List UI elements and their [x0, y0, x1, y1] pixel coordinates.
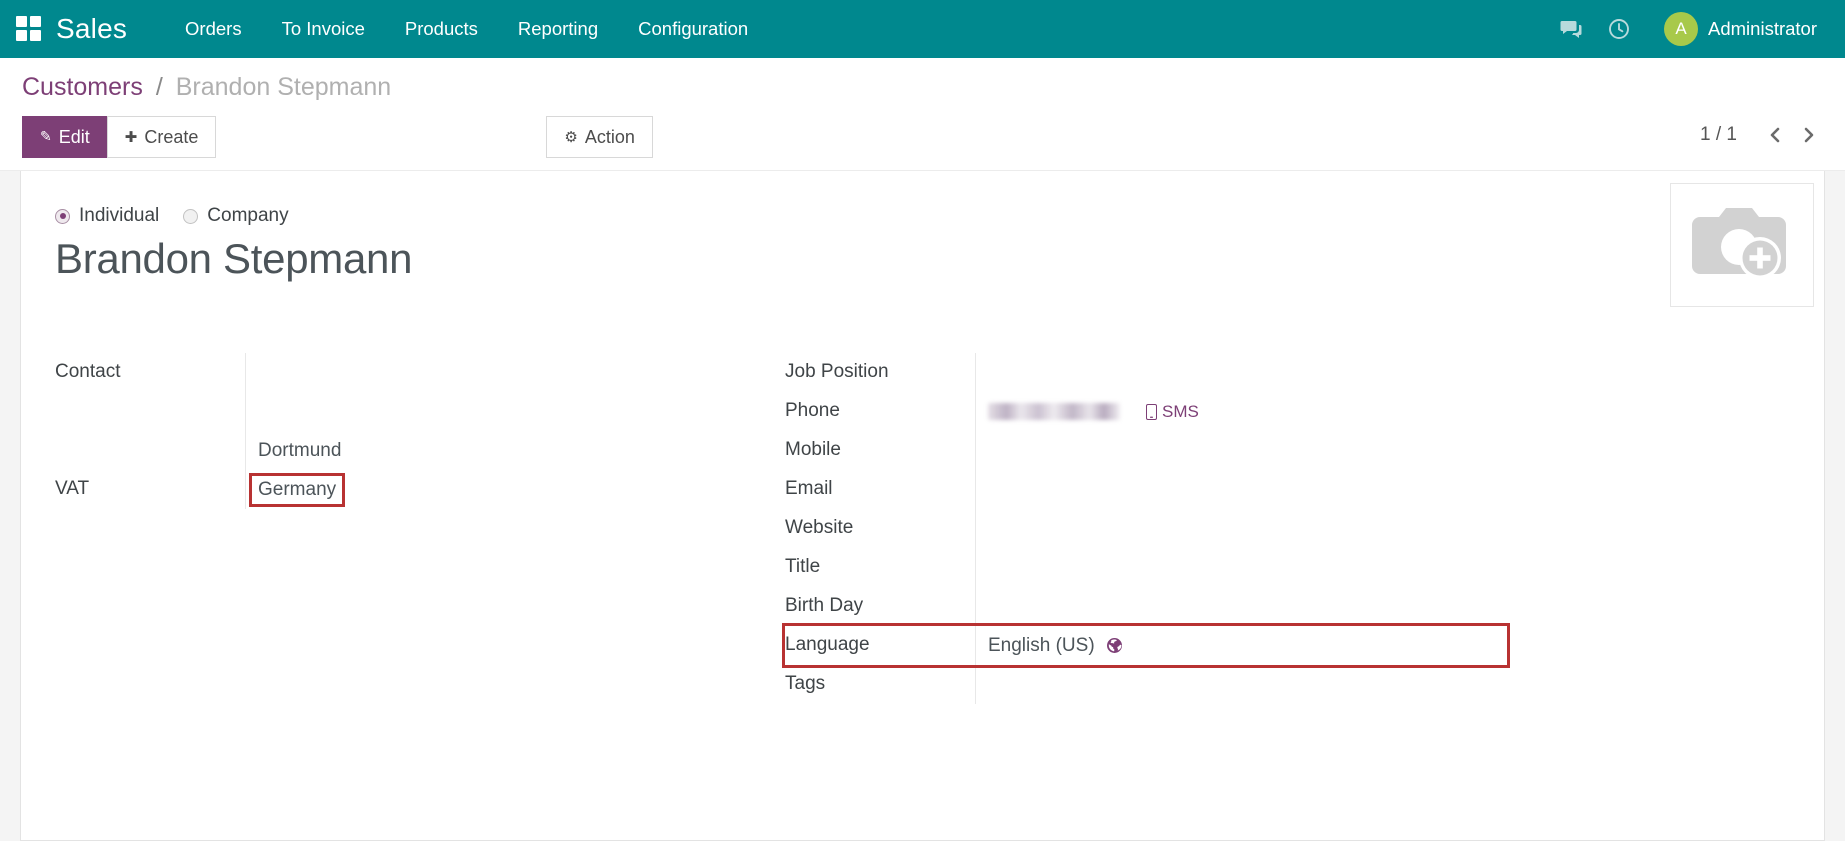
breadcrumb: Customers / Brandon Stepmann	[22, 72, 1823, 102]
breadcrumb-separator: /	[155, 73, 163, 101]
mobile-icon	[1146, 403, 1157, 420]
create-button-label: Create	[144, 127, 199, 147]
field-value-phone[interactable]: SMS	[975, 392, 1507, 432]
field-website: Website	[785, 509, 1507, 549]
field-label-vat: VAT	[55, 478, 90, 500]
radio-individual[interactable]: Individual	[55, 205, 159, 227]
radio-individual-mark	[55, 208, 70, 224]
field-value-tags[interactable]	[975, 665, 1507, 705]
apps-grid-square	[16, 30, 27, 41]
globe-icon	[1106, 638, 1122, 654]
field-value-mobile[interactable]	[975, 431, 1507, 471]
field-value-website[interactable]	[975, 509, 1507, 549]
field-label-phone: Phone	[785, 400, 840, 422]
field-value-title[interactable]	[975, 548, 1507, 588]
field-mobile: Mobile	[785, 431, 1507, 471]
user-name: Administrator	[1708, 18, 1817, 39]
language-value: English (US)	[988, 634, 1095, 656]
radio-company-mark	[183, 208, 199, 224]
field-tags: Tags	[785, 665, 1507, 705]
field-job-position: Job Position	[785, 353, 1507, 393]
field-value-email[interactable]	[975, 470, 1507, 510]
field-title: Title	[785, 548, 1507, 588]
field-phone: Phone SMS	[785, 392, 1507, 432]
field-vat: VAT	[55, 470, 777, 510]
field-label-email: Email	[785, 478, 833, 500]
form-sheet: Individual Company Brandon Stepmann Cont…	[20, 171, 1825, 841]
pager: 1 / 1	[1700, 120, 1823, 150]
address-street	[258, 353, 777, 392]
create-button[interactable]: ✚ Create	[106, 116, 217, 158]
gear-icon: ⚙	[564, 128, 578, 146]
field-label-contact: Contact	[55, 361, 121, 383]
form-field-groups: Contact Dortmund Germany VAT Job Positio…	[55, 353, 1782, 705]
form-sheet-background: Individual Company Brandon Stepmann Cont…	[0, 171, 1845, 841]
breadcrumb-customers[interactable]: Customers	[22, 73, 143, 101]
field-label-website: Website	[785, 517, 854, 539]
pager-value: 1 / 1	[1700, 124, 1737, 145]
sms-link[interactable]: SMS	[1146, 399, 1199, 425]
camera-add-icon	[1692, 208, 1786, 279]
field-label-birth-day: Birth Day	[785, 595, 864, 617]
field-label-job-position: Job Position	[785, 361, 889, 383]
avatar: A	[1664, 12, 1699, 46]
apps-grid-square	[30, 16, 41, 27]
breadcrumb-current-record: Brandon Stepmann	[175, 73, 392, 101]
language-value-wrapper: English (US)	[988, 633, 1122, 659]
form-group-right: Job Position Phone SMS Mobile Email Webs…	[782, 353, 1510, 705]
phone-value-redacted	[988, 403, 1120, 421]
menu-item-reporting[interactable]: Reporting	[498, 10, 618, 48]
action-button[interactable]: ⚙ Action	[546, 116, 653, 158]
radio-individual-label: Individual	[79, 205, 160, 226]
page-title: Brandon Stepmann	[55, 235, 413, 282]
plus-icon: ✚	[124, 128, 138, 146]
field-label-language: Language	[785, 634, 870, 656]
field-language: Language English (US)	[782, 623, 1510, 669]
user-menu[interactable]: A Administrator	[1660, 8, 1823, 50]
menu-item-products[interactable]: Products	[385, 10, 498, 48]
sms-link-label: SMS	[1162, 401, 1199, 421]
apps-grid-square	[16, 16, 27, 27]
field-value-job-position[interactable]	[975, 353, 1507, 393]
address-city: Dortmund	[258, 439, 342, 461]
radio-company[interactable]: Company	[183, 205, 289, 227]
address-street2	[258, 392, 777, 431]
field-label-title: Title	[785, 556, 821, 578]
field-birth-day: Birth Day	[785, 587, 1507, 627]
clock-activities-icon[interactable]	[1598, 8, 1640, 50]
messages-icon[interactable]	[1550, 8, 1592, 50]
chevron-right-icon[interactable]	[1795, 120, 1823, 150]
apps-grid-icon[interactable]	[16, 16, 42, 42]
edit-button[interactable]: ✎ Edit	[22, 116, 108, 158]
field-label-tags: Tags	[785, 673, 826, 695]
image-upload-placeholder[interactable]	[1670, 183, 1814, 307]
top-navbar: Sales Orders To Invoice Products Reporti…	[0, 0, 1845, 58]
edit-button-label: Edit	[58, 127, 90, 147]
field-label-mobile: Mobile	[785, 439, 841, 461]
field-value-birth-day[interactable]	[975, 587, 1507, 627]
menu-item-to-invoice[interactable]: To Invoice	[262, 10, 385, 48]
field-value-vat[interactable]	[245, 470, 777, 510]
field-email: Email	[785, 470, 1507, 510]
field-value-language[interactable]: English (US)	[975, 626, 1507, 666]
app-brand-sales[interactable]: Sales	[56, 13, 127, 45]
control-panel-buttons: ✎ Edit ✚ Create ⚙ Action 1 / 1	[22, 116, 1823, 170]
chevron-left-icon[interactable]	[1761, 120, 1789, 150]
menu-item-orders[interactable]: Orders	[165, 10, 262, 48]
record-buttons: ✎ Edit ✚ Create	[22, 116, 217, 158]
pencil-icon: ✎	[40, 128, 52, 144]
apps-grid-square	[30, 30, 41, 41]
radio-company-label: Company	[207, 205, 289, 226]
main-menu: Orders To Invoice Products Reporting Con…	[165, 10, 768, 48]
navbar-right-tools: A Administrator	[1550, 8, 1823, 50]
company-type-radio-group: Individual Company	[55, 205, 1782, 227]
action-button-label: Action	[584, 127, 635, 147]
control-panel: Customers / Brandon Stepmann ✎ Edit ✚ Cr…	[0, 58, 1845, 171]
form-group-left: Contact Dortmund Germany VAT	[55, 353, 777, 704]
menu-item-configuration[interactable]: Configuration	[618, 10, 768, 48]
